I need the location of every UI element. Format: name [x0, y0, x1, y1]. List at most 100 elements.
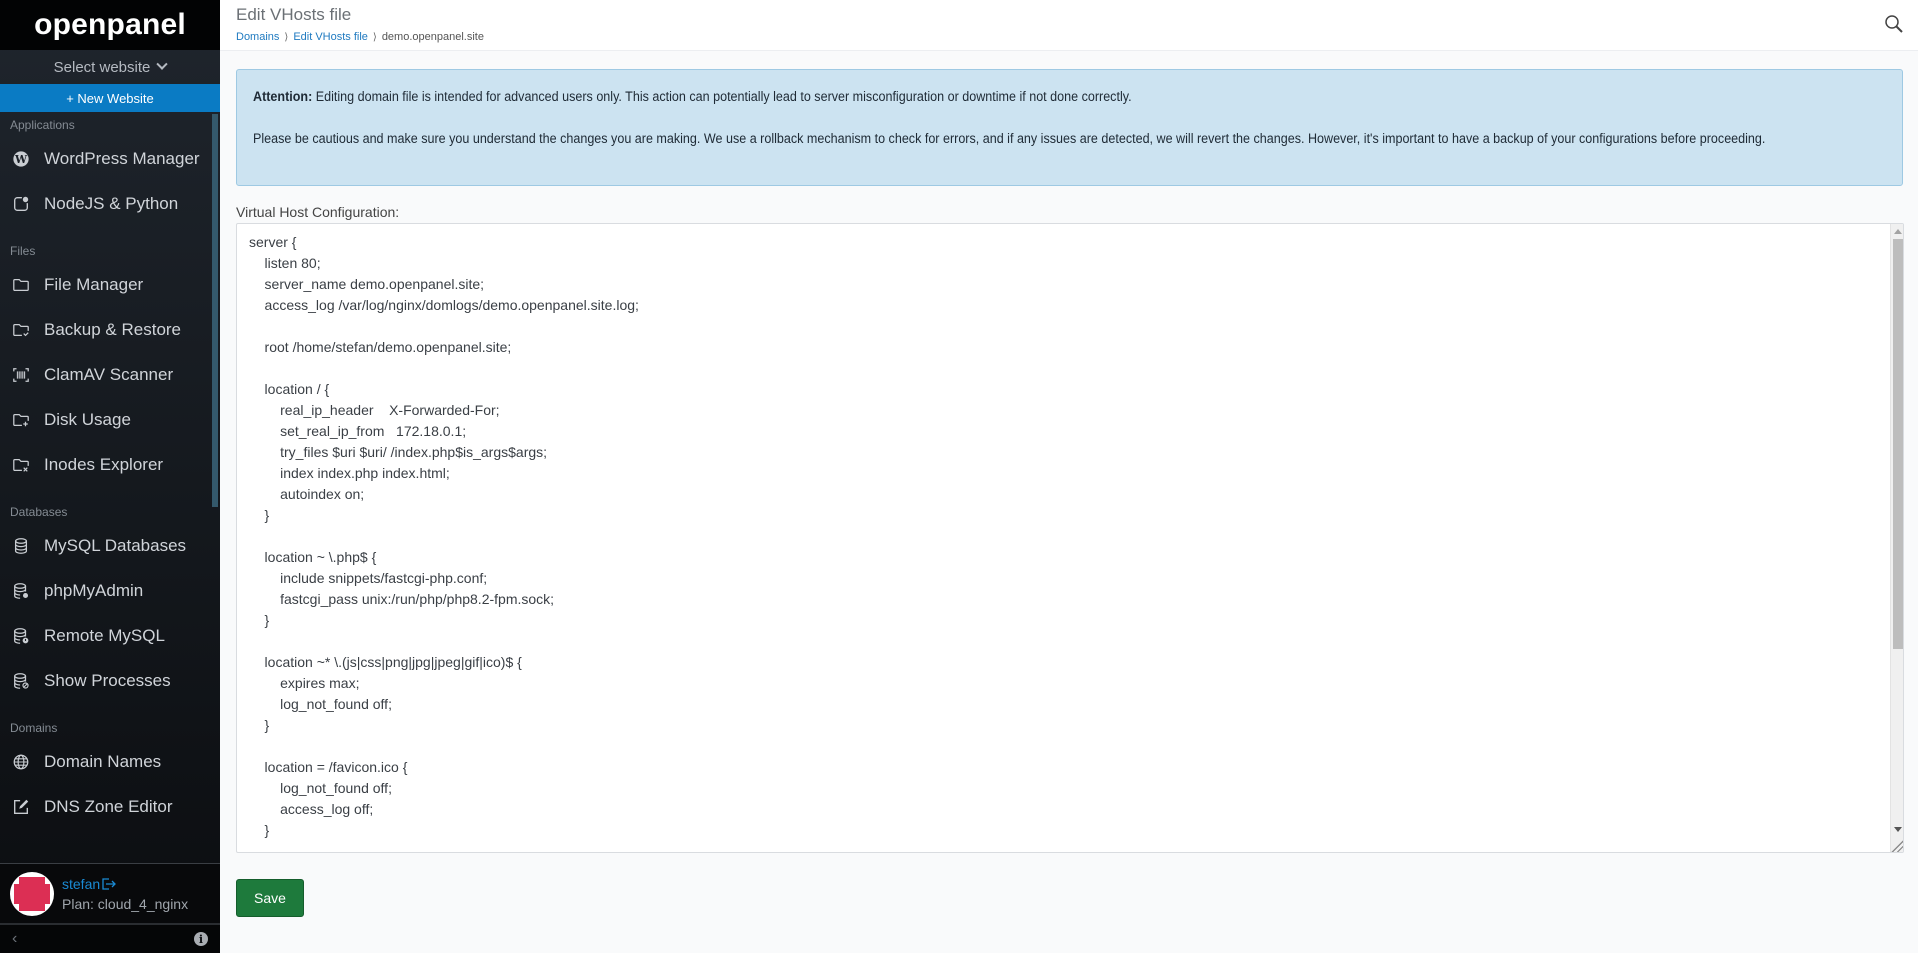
main-content: Edit VHosts file Domains ⟩ Edit VHosts f…: [220, 0, 1918, 953]
code-line: set_real_ip_from 172.18.0.1;: [249, 423, 467, 439]
code-line: location ~* \.(js|css|png|jpg|jpeg|gif|i…: [249, 654, 522, 670]
sidebar-item-label: NodeJS & Python: [44, 193, 179, 213]
info-icon[interactable]: i: [194, 932, 208, 946]
scroll-down-arrow-icon[interactable]: [1894, 827, 1902, 832]
sidebar-footer: ‹ i: [0, 923, 220, 953]
scroll-up-arrow-icon[interactable]: [1894, 229, 1902, 234]
sidebar-item-label: Remote MySQL: [44, 625, 165, 645]
folder-icon: [13, 278, 29, 291]
alert-line-1: Attention: Editing domain file is intend…: [253, 86, 1878, 107]
breadcrumb: Domains ⟩ Edit VHosts file ⟩ demo.openpa…: [236, 31, 1918, 43]
vhost-config-textarea[interactable]: server { listen 80; server_name demo.ope…: [236, 223, 1904, 853]
sidebar-item-wordpress-manager[interactable]: W WordPress Manager: [0, 136, 220, 181]
sidebar-item-backup-restore[interactable]: Backup & Restore: [0, 307, 220, 352]
svg-text:W: W: [14, 153, 28, 166]
breadcrumb-edit-vhosts[interactable]: Edit VHosts file: [293, 31, 368, 43]
wordpress-icon: W: [13, 150, 29, 167]
code-line: }: [249, 507, 270, 523]
sidebar-item-label: Domain Names: [44, 751, 162, 771]
sidebar-item-label: Disk Usage: [44, 409, 131, 429]
code-line: listen 80;: [249, 255, 321, 271]
section-label-databases: Databases: [10, 505, 68, 519]
sidebar-item-file-manager[interactable]: File Manager: [0, 262, 220, 307]
section-label-files: Files: [10, 244, 36, 258]
brand-logo[interactable]: openpanel: [0, 0, 220, 50]
sidebar-item-label: MySQL Databases: [44, 535, 187, 555]
new-website-button[interactable]: + New Website: [0, 84, 220, 112]
resize-handle-icon[interactable]: [1890, 839, 1903, 852]
database-block-icon: [14, 672, 29, 689]
code-line: location ~ \.php$ {: [249, 549, 377, 565]
sidebar-scrollbar[interactable]: [212, 114, 218, 507]
section-label-applications: Applications: [10, 118, 75, 132]
chevron-down-icon: [156, 58, 169, 70]
code-line: server_name demo.openpanel.site;: [249, 276, 485, 292]
sidebar-item-remote-mysql[interactable]: Remote MySQL: [0, 613, 220, 658]
code-line: server {: [249, 234, 297, 250]
sidebar-item-label: Show Processes: [44, 670, 171, 690]
avatar[interactable]: [10, 871, 54, 916]
sidebar-item-dns-zone-editor[interactable]: DNS Zone Editor: [0, 784, 220, 829]
topbar: Edit VHosts file Domains ⟩ Edit VHosts f…: [220, 0, 1918, 51]
alert-strong: Attention:: [253, 89, 313, 104]
sidebar-item-nodejs-python[interactable]: NodeJS & Python: [0, 181, 220, 226]
folder-plus-icon: [13, 413, 29, 426]
username-link[interactable]: stefan: [62, 876, 188, 892]
globe-icon: [13, 754, 29, 769]
database-info-icon: [14, 627, 29, 644]
code-line: include snippets/fastcgi-php.conf;: [249, 570, 488, 586]
sidebar-item-label: Inodes Explorer: [44, 454, 164, 474]
sidebar-item-inodes-explorer[interactable]: Inodes Explorer: [0, 442, 220, 487]
nodejs-icon: [14, 196, 29, 211]
config-label: Virtual Host Configuration:: [236, 204, 400, 220]
breadcrumb-current: demo.openpanel.site: [381, 31, 484, 43]
sidebar-item-domain-names[interactable]: Domain Names: [0, 739, 220, 784]
code-line: real_ip_header X-Forwarded-For;: [249, 402, 500, 418]
sidebar-item-label: WordPress Manager: [44, 148, 200, 168]
sidebar-item-phpmyadmin[interactable]: phpMyAdmin: [0, 568, 220, 613]
collapse-sidebar-icon[interactable]: ‹: [12, 930, 17, 948]
sidebar-item-label: DNS Zone Editor: [44, 796, 173, 816]
database-dot-icon: [14, 582, 29, 599]
sidebar-item-clamav-scanner[interactable]: ClamAV Scanner: [0, 352, 220, 397]
warning-alert: Attention: Editing domain file is intend…: [236, 69, 1903, 186]
scrollbar-thumb[interactable]: [1893, 239, 1903, 649]
sidebar-item-label: File Manager: [44, 274, 144, 294]
config-code[interactable]: server { listen 80; server_name demo.ope…: [237, 224, 1889, 852]
breadcrumb-separator: ⟩: [284, 31, 289, 43]
breadcrumb-separator: ⟩: [372, 31, 377, 43]
folder-x-icon: [13, 458, 29, 472]
code-line: fastcgi_pass unix:/run/php/php8.2-fpm.so…: [249, 591, 555, 607]
sidebar-nav: Applications W WordPress Manager NodeJS …: [0, 114, 220, 863]
logout-icon[interactable]: [102, 877, 117, 890]
barcode-scan-icon: [13, 367, 29, 382]
username: stefan: [62, 875, 101, 892]
alert-line-2: Please be cautious and make sure you und…: [253, 131, 1766, 146]
sidebar-item-show-processes[interactable]: Show Processes: [0, 658, 220, 703]
website-select[interactable]: Select website: [0, 50, 220, 84]
code-line: expires max;: [249, 675, 360, 691]
save-button[interactable]: Save: [236, 879, 304, 917]
code-line: access_log /var/log/nginx/domlogs/demo.o…: [249, 297, 639, 313]
sidebar: openpanel Select website + New Website A…: [0, 0, 220, 953]
code-line: root /home/stefan/demo.openpanel.site;: [249, 339, 512, 355]
breadcrumb-domains[interactable]: Domains: [236, 31, 279, 43]
search-icon[interactable]: [1884, 14, 1904, 34]
code-line: location / {: [249, 381, 330, 397]
section-label-domains: Domains: [10, 721, 58, 735]
website-select-label: Select website: [53, 58, 151, 76]
user-profile: stefan Plan: cloud_4_nginx: [0, 863, 220, 923]
folder-check-icon: [13, 323, 29, 336]
sidebar-item-mysql-databases[interactable]: MySQL Databases: [0, 523, 220, 568]
code-line: try_files $uri $uri/ /index.php$is_args$…: [249, 444, 548, 460]
editor-scrollbar[interactable]: [1890, 224, 1903, 852]
edit-icon: [14, 799, 29, 814]
code-line: log_not_found off;: [249, 696, 392, 712]
sidebar-item-disk-usage[interactable]: Disk Usage: [0, 397, 220, 442]
code-line: location = /favicon.ico {: [249, 759, 408, 775]
